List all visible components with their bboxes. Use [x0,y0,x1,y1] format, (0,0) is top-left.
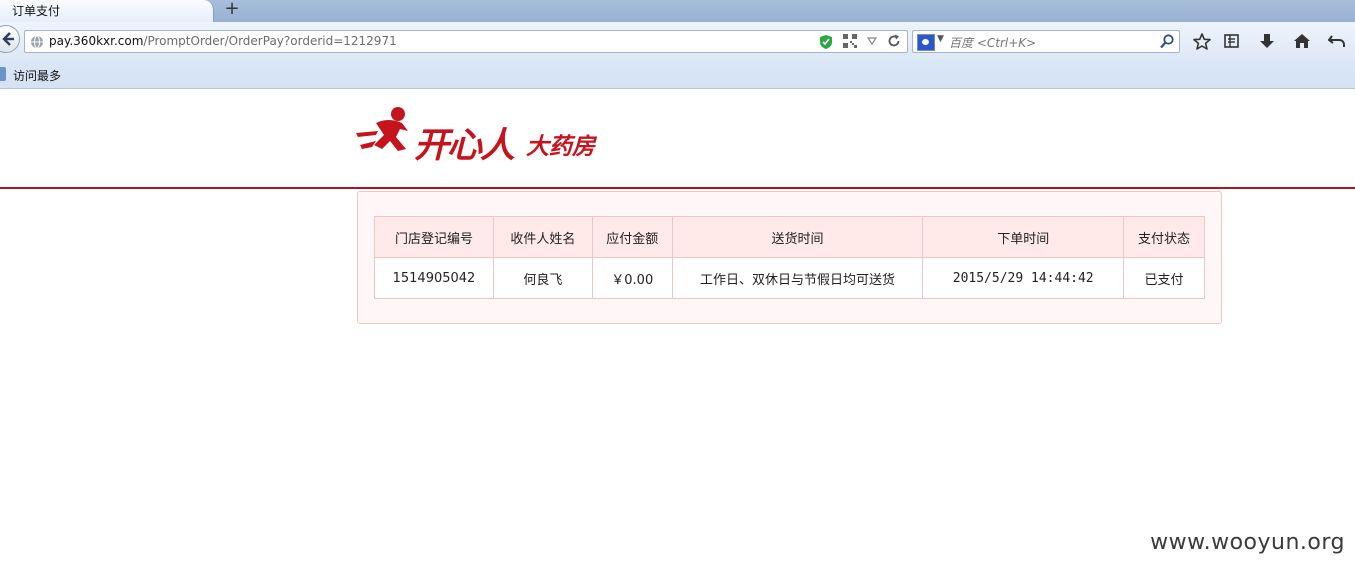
dropdown-arrow-icon[interactable] [866,34,877,52]
search-placeholder: 百度 <Ctrl+K> [949,36,1037,50]
table-header-row: 门店登记编号 收件人姓名 应付金额 送货时间 下单时间 支付状态 [374,216,1205,258]
table-row: 1514905042 何良飞 ￥0.00 工作日、双休日与节假日均可送货 201… [374,257,1205,299]
cell-recipient: 何良飞 [492,257,593,299]
order-table: 门店登记编号 收件人姓名 应付金额 送货时间 下单时间 支付状态 1514905… [374,216,1205,299]
search-bar[interactable]: ▼ 百度 <Ctrl+K> [912,30,1180,53]
bookmarks-list-icon[interactable] [1223,32,1245,52]
watermark: www.wooyun.org [1150,530,1345,555]
address-bar[interactable]: pay.360kxr.com/PromptOrder/OrderPay?orde… [24,30,908,53]
header-store-id: 门店登记编号 [374,216,494,258]
new-tab-button[interactable]: + [224,0,240,19]
header-recipient: 收件人姓名 [492,216,593,258]
bookmark-star-icon[interactable] [1192,32,1214,52]
chevron-down-icon[interactable]: ▼ [937,34,944,44]
back-button[interactable] [0,25,20,53]
cell-pay-status: 已支付 [1123,257,1205,299]
url-text: pay.360kxr.com/PromptOrder/OrderPay?orde… [49,34,397,48]
runner-icon [356,107,408,151]
cell-order-time: 2015/5/29 14:44:42 [922,257,1125,299]
shield-icon[interactable] [819,34,833,54]
home-icon[interactable] [1293,32,1315,52]
header-amount: 应付金额 [591,216,673,258]
cell-store-id: 1514905042 [374,257,494,299]
download-icon[interactable] [1258,32,1280,52]
header-order-time: 下单时间 [922,216,1125,258]
order-panel: 门店登记编号 收件人姓名 应付金额 送货时间 下单时间 支付状态 1514905… [357,191,1222,324]
cell-delivery-time: 工作日、双休日与节假日均可送货 [671,257,924,299]
logo-subtitle: 大药房 [526,133,595,160]
tab-title: 订单支付 [12,4,61,18]
cell-amount: ￥0.00 [591,257,673,299]
tab-strip: 订单支付 + [0,0,1355,22]
url-host: pay.360kxr.com [49,34,144,48]
search-icon[interactable] [1160,34,1174,53]
bookmark-folder-icon[interactable] [0,67,6,81]
site-logo[interactable]: 开心人 大药房 [354,105,614,166]
logo-name: 开心人 [414,126,515,166]
bookmark-most-visited[interactable]: 访问最多 [13,67,61,84]
nav-toolbar: pay.360kxr.com/PromptOrder/OrderPay?orde… [0,22,1355,60]
reload-icon[interactable] [887,34,901,52]
back-arrow-icon [2,32,14,46]
header-divider [0,187,1355,189]
undo-icon[interactable] [1327,32,1350,52]
bookmarks-toolbar: 访问最多 [0,60,1355,89]
header-pay-status: 支付状态 [1123,216,1205,258]
url-path: /PromptOrder/OrderPay?orderid=1212971 [143,34,397,48]
globe-icon [31,35,43,49]
qr-code-icon[interactable] [842,34,857,52]
tab-order-pay[interactable]: 订单支付 [0,0,214,22]
baidu-engine-icon[interactable] [917,34,935,51]
header-delivery-time: 送货时间 [671,216,924,258]
